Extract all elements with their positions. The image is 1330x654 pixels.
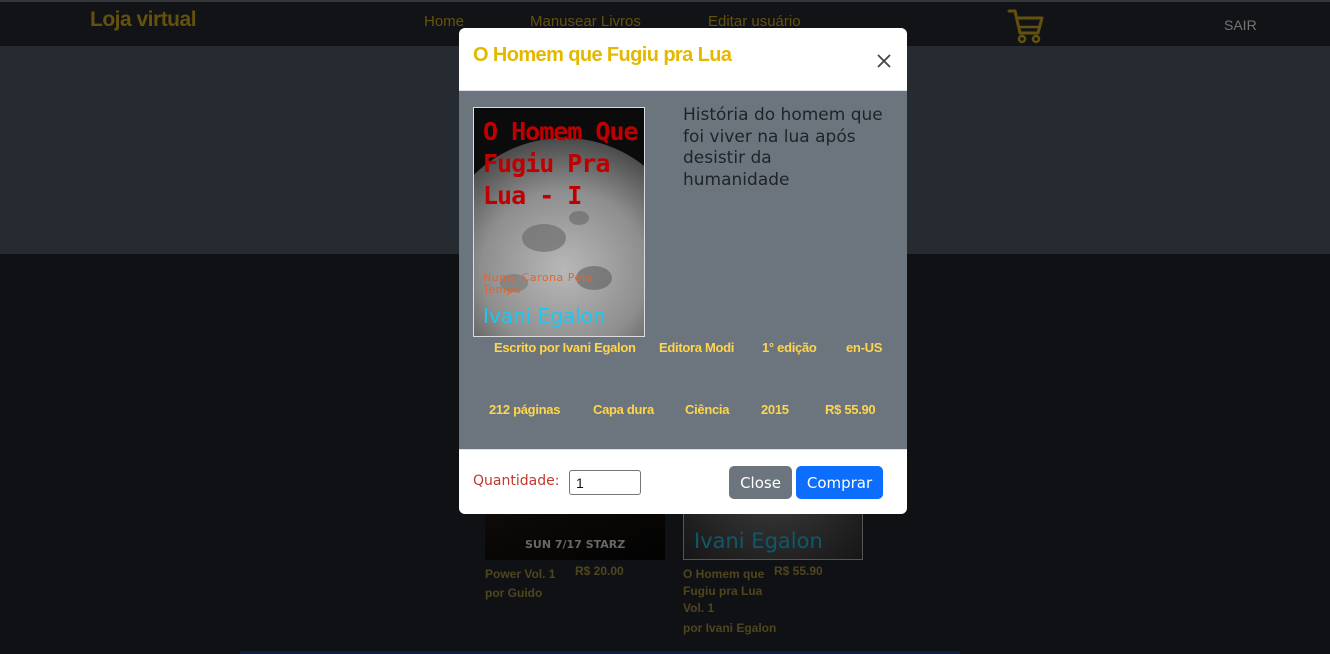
meta-price: R$ 55.90 xyxy=(825,402,876,417)
close-icon[interactable] xyxy=(873,50,895,72)
cover-author: Ivani Egalon xyxy=(483,304,606,328)
book-description: História do homem que foi viver na lua a… xyxy=(683,105,883,190)
book-cover-image: O Homem Que Fugiu Pra Lua - I Numa Caron… xyxy=(473,107,645,337)
quantity-label: Quantidade: xyxy=(473,473,560,489)
meta-edition: 1° edição xyxy=(762,340,817,355)
quantity-input[interactable] xyxy=(569,470,641,495)
cover-title: O Homem Que Fugiu Pra Lua - I xyxy=(483,117,639,210)
book-detail-modal: O Homem que Fugiu pra Lua O Homem Que Fu… xyxy=(459,28,907,514)
modal-body: O Homem Que Fugiu Pra Lua - I Numa Caron… xyxy=(459,91,907,449)
close-button[interactable]: Close xyxy=(729,466,792,499)
meta-language: en-US xyxy=(846,340,883,355)
buy-button[interactable]: Comprar xyxy=(796,466,883,499)
meta-author: Escrito por Ivani Egalon xyxy=(494,340,636,355)
meta-year: 2015 xyxy=(761,402,789,417)
meta-publisher: Editora Modi xyxy=(659,340,735,355)
meta-pages: 212 páginas xyxy=(489,402,561,417)
modal-header: O Homem que Fugiu pra Lua xyxy=(459,28,907,91)
modal-title: O Homem que Fugiu pra Lua xyxy=(473,44,732,66)
meta-genre: Ciência xyxy=(685,402,730,417)
modal-footer: Quantidade: Close Comprar xyxy=(459,449,907,514)
cover-subtitle: Numa Carona Pelo Tempo xyxy=(483,271,593,296)
meta-cover-type: Capa dura xyxy=(593,402,654,417)
